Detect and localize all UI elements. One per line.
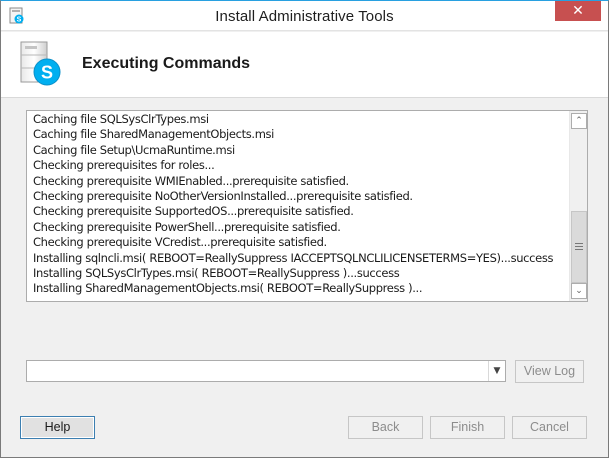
close-button[interactable]: ✕ [555, 1, 601, 21]
page-title: Executing Commands [82, 55, 251, 72]
log-line: Checking prerequisite WMIEnabled...prere… [33, 173, 349, 188]
log-line: Caching file SharedManagementObjects.msi [33, 127, 275, 142]
cancel-button[interactable]: Cancel [512, 416, 587, 439]
chevron-up-icon: ⌃ [575, 116, 583, 126]
log-line: Installing sqlncli.msi( REBOOT=ReallySup… [33, 250, 554, 265]
title-bar: S Install Administrative Tools ✕ [1, 1, 608, 31]
log-line: Checking prerequisite VCredist...prerequ… [33, 235, 327, 250]
view-log-button[interactable]: View Log [515, 360, 584, 383]
help-button[interactable]: Help [20, 416, 95, 439]
log-line: Caching file Setup\UcmaRuntime.msi [33, 142, 235, 157]
scroll-thumb[interactable] [571, 211, 587, 283]
log-line: Checking prerequisites for roles... [33, 158, 215, 173]
finish-button[interactable]: Finish [430, 416, 505, 439]
svg-text:S: S [41, 63, 53, 83]
grip-icon [575, 243, 583, 250]
log-lines: Caching file SQLSysClrTypes.msi Caching f… [33, 112, 567, 297]
log-line: Caching file SQLSysClrTypes.msi [33, 112, 209, 126]
log-scrollbar[interactable]: ⌃ ⌄ [569, 111, 587, 301]
installer-window: S Install Administrative Tools ✕ S Execu… [0, 0, 609, 458]
log-select[interactable]: ▼ [26, 360, 506, 382]
skype-server-icon: S [17, 40, 65, 90]
close-icon: ✕ [572, 3, 584, 19]
chevron-down-icon: ⌄ [575, 286, 583, 296]
log-line: Checking prerequisite SupportedOS...prer… [33, 204, 354, 219]
command-log[interactable]: Caching file SQLSysClrTypes.msi Caching f… [26, 110, 588, 302]
back-button[interactable]: Back [348, 416, 423, 439]
log-line: Checking prerequisite NoOtherVersionInst… [33, 188, 413, 203]
dropdown-arrow-icon[interactable]: ▼ [488, 361, 505, 381]
log-line: Installing SharedManagementObjects.msi( … [33, 281, 423, 296]
page-header: S Executing Commands [1, 32, 608, 98]
scroll-up-button[interactable]: ⌃ [571, 113, 587, 129]
scroll-down-button[interactable]: ⌄ [571, 283, 587, 299]
log-line: Installing SQLSysClrTypes.msi( REBOOT=Re… [33, 265, 400, 280]
log-line: Checking prerequisite PowerShell...prere… [33, 219, 341, 234]
window-title: Install Administrative Tools [215, 8, 394, 25]
